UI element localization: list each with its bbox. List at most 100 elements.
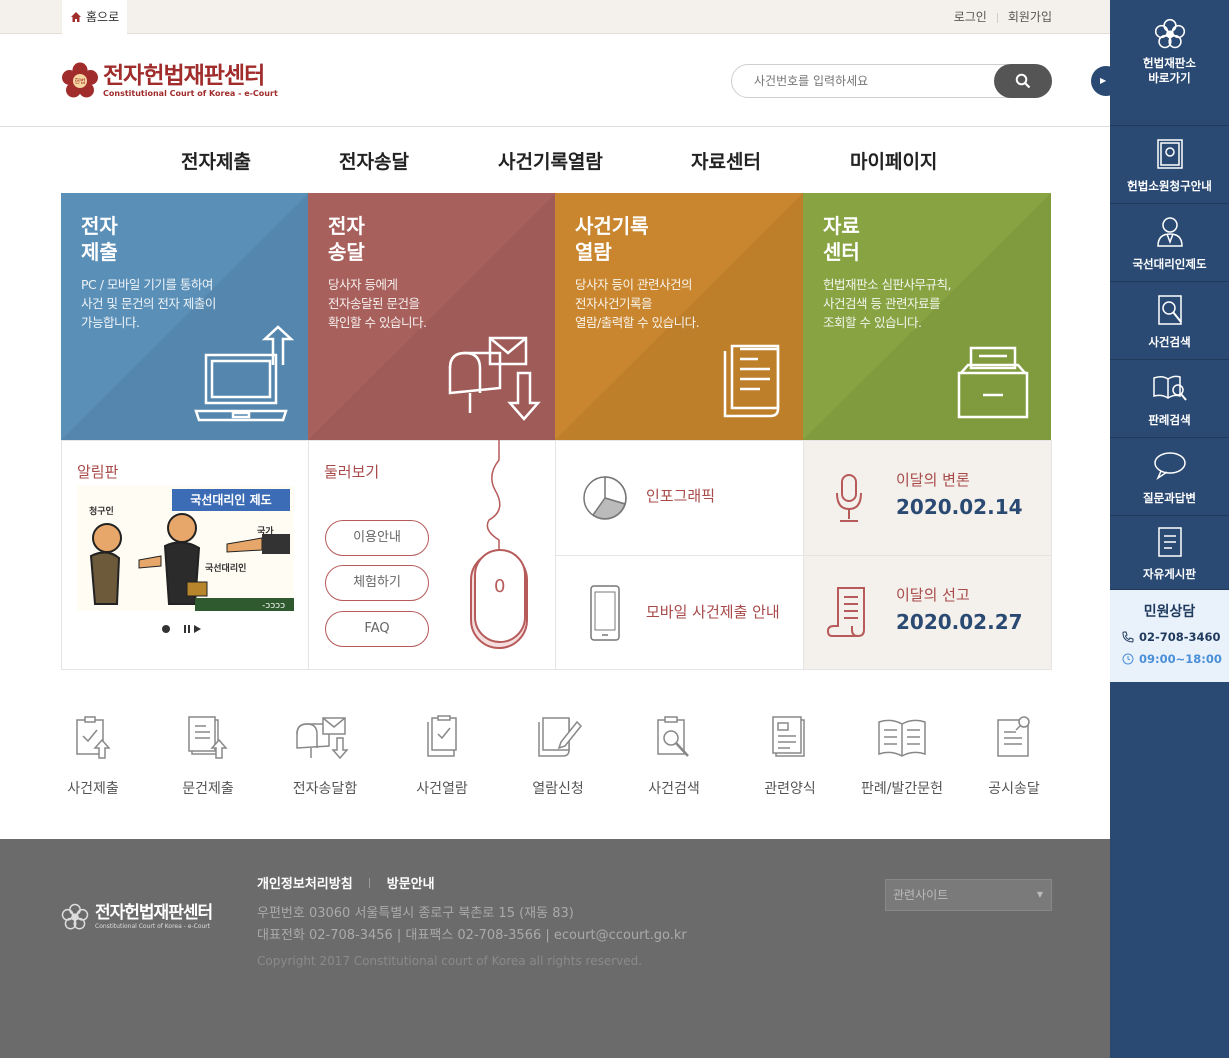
delivery-mailbox-icon (296, 717, 349, 760)
login-link[interactable]: 로그인 (954, 10, 987, 24)
monthly-verdict[interactable]: 이달의 선고 2020.02.27 (803, 555, 1052, 670)
court-emblem-icon (1154, 18, 1185, 49)
quick-label: 판례/발간문헌 (861, 781, 943, 797)
account-links: 로그인 회원가입 (954, 0, 1052, 34)
top-utility-bar: 홈으로 로그인 회원가입 (0, 0, 1110, 34)
footer-links: 개인정보처리방침 방문안내 (257, 873, 435, 892)
argument-label: 이달의 변론 (896, 471, 970, 489)
quick-label: 관련양식 (764, 781, 816, 797)
trial-button[interactable]: 체험하기 (325, 565, 429, 601)
quick-related-forms[interactable]: 관련양식 (740, 700, 840, 798)
quick-case-search[interactable]: 사건검색 (624, 700, 724, 798)
quick-public-notice[interactable]: 공시송달 (964, 700, 1064, 798)
chat-bubble-icon (1153, 452, 1186, 480)
quick-label: 공시송달 (988, 781, 1040, 797)
person-icon (1156, 217, 1183, 247)
case-search-box (731, 64, 1052, 98)
tile-resource-center[interactable]: 자료 센터 헌법재판소 심판사무규칙, 사건검색 등 관련자료를 조회할 수 있습니다… (803, 193, 1051, 440)
footer-logo: 전자헌법재판센터 Constitutional Court of Korea -… (61, 903, 213, 931)
nav-mypage[interactable]: 마이페이지 (850, 147, 937, 174)
right-sidebar: ▶ 헌법재판소 바로가기 헌법소원청구안내 국선대리인제도 사건검색 판례검색 질… (1091, 0, 1229, 1058)
nav-e-submission[interactable]: 전자제출 (181, 147, 251, 174)
faq-button[interactable]: FAQ (325, 611, 429, 647)
tile-e-delivery[interactable]: 전자 송달 당사자 등에게 전자송달된 문건을 확인할 수 있습니다. (308, 193, 556, 440)
footer: 전자헌법재판센터 Constitutional Court of Korea -… (0, 839, 1110, 1058)
svg-text:헌법: 헌법 (74, 78, 85, 86)
mouse-digit: 0 (494, 576, 506, 597)
case-viewing-icon (427, 715, 457, 757)
court-shortcut[interactable]: 헌법재판소 바로가기 (1110, 0, 1229, 126)
quick-case-viewing[interactable]: 사건열람 (392, 700, 492, 798)
sidebar-free-board[interactable]: 자유게시판 (1110, 516, 1229, 590)
nav-e-delivery[interactable]: 전자송달 (339, 147, 409, 174)
pause-play-icon[interactable] (184, 624, 208, 634)
quick-label: 사건제출 (67, 781, 119, 797)
mobile-guide-label: 모바일 사건제출 안내 (646, 603, 780, 621)
notice-board: 알림판 국선대리인 제도 청구인 국가 국선대리인 -ɔɔɔɔ (61, 440, 309, 670)
tile-description: 헌법재판소 심판사무규칙, 사건검색 등 관련자료를 조회할 수 있습니다. (823, 277, 951, 330)
board-icon (1157, 527, 1182, 557)
case-search-icon (657, 716, 689, 757)
tile-description: 당사자 등이 관련사건의 전자사건기록을 열람/출력할 수 있습니다. (575, 277, 700, 330)
privacy-policy-link[interactable]: 개인정보처리방침 (257, 877, 353, 892)
mobile-guide-link[interactable]: 모바일 사건제출 안내 (555, 555, 804, 670)
quick-viewing-request[interactable]: 열람신청 (508, 700, 608, 798)
verdict-date: 2020.02.27 (896, 610, 1023, 634)
browse-panel: 둘러보기 이용안내 체험하기 FAQ 0 (308, 440, 556, 670)
mailbox-icon (448, 336, 541, 421)
main-navigation: 전자제출 전자송달 사건기록열람 자료센터 마이페이지 (0, 127, 1110, 193)
forms-icon (772, 716, 805, 757)
case-search-input[interactable] (754, 65, 984, 97)
laptop-upload-icon (194, 325, 295, 422)
smartphone-icon (590, 585, 620, 641)
quick-precedents[interactable]: 판례/발간문헌 (852, 700, 952, 798)
quick-delivery-box[interactable]: 전자송달함 (275, 700, 375, 798)
tile-e-submission[interactable]: 전자 제출 PC / 모바일 기기를 통하여 사건 및 문건의 전자 제출이 가능합니… (61, 193, 309, 440)
main-area: 홈으로 로그인 회원가입 헌법 전자헌법재판센터 Constitutional C… (0, 0, 1110, 1058)
cs-phone: 02-708-3460 (1122, 630, 1221, 644)
home-label: 홈으로 (86, 10, 120, 24)
search-icon (1015, 73, 1031, 89)
tile-title: 전자 송달 (328, 214, 365, 264)
home-link[interactable]: 홈으로 (62, 0, 128, 34)
signup-link[interactable]: 회원가입 (1008, 10, 1052, 24)
quick-label: 사건열람 (416, 781, 468, 797)
sidebar-public-defender[interactable]: 국선대리인제도 (1110, 204, 1229, 282)
slide-dot[interactable] (162, 625, 170, 633)
site-logo[interactable]: 헌법 전자헌법재판센터 Constitutional Court of Kore… (61, 62, 278, 100)
nav-case-records[interactable]: 사건기록열람 (498, 147, 603, 174)
quick-case-submission[interactable]: 사건제출 (43, 700, 143, 798)
quick-label: 사건검색 (648, 781, 700, 797)
pie-chart-icon (583, 476, 627, 520)
home-icon (71, 12, 81, 22)
tile-description: 당사자 등에게 전자송달된 문건을 확인할 수 있습니다. (328, 277, 427, 330)
footer-address: 우편번호 03060 서울특별시 종로구 북촌로 15 (재동 83) (257, 906, 574, 921)
quick-document-submission[interactable]: 문건제출 (158, 700, 258, 798)
sidebar-precedent-search[interactable]: 판례검색 (1110, 360, 1229, 438)
open-book-icon (878, 719, 926, 757)
visit-info-link[interactable]: 방문안내 (387, 877, 435, 892)
chevron-down-icon: ▼ (1036, 890, 1043, 899)
tile-case-records[interactable]: 사건기록 열람 당사자 등이 관련사건의 전자사건기록을 열람/출력할 수 있습니다. (555, 193, 803, 440)
svg-text:-ɔɔɔɔ: -ɔɔɔɔ (262, 601, 285, 611)
nav-resource-center[interactable]: 자료센터 (691, 147, 761, 174)
guide-button[interactable]: 이용안내 (325, 520, 429, 556)
infographic-link[interactable]: 인포그래픽 (555, 440, 804, 556)
tile-title: 전자 제출 (81, 214, 118, 264)
related-sites-select[interactable]: 관련사이트 ▼ (885, 879, 1052, 911)
quick-label: 전자송달함 (292, 781, 358, 797)
sidebar-case-search[interactable]: 사건검색 (1110, 282, 1229, 360)
notice-banner[interactable]: 국선대리인 제도 청구인 국가 국선대리인 -ɔɔɔɔ (77, 486, 294, 611)
search-button[interactable] (994, 64, 1052, 98)
banner-controls (162, 624, 208, 634)
monthly-argument[interactable]: 이달의 변론 2020.02.14 (803, 440, 1052, 556)
quick-label: 문건제출 (182, 781, 234, 797)
verdict-label: 이달의 선고 (896, 586, 970, 604)
sidebar-qna[interactable]: 질문과답변 (1110, 438, 1229, 516)
mouse-icon (470, 440, 528, 649)
sidebar-constitutional-complaint[interactable]: 헌법소원청구안내 (1110, 126, 1229, 204)
court-emblem-icon (61, 903, 89, 930)
case-submission-icon (76, 716, 111, 759)
quick-label: 열람신청 (532, 781, 584, 797)
phone-icon (1122, 631, 1134, 643)
